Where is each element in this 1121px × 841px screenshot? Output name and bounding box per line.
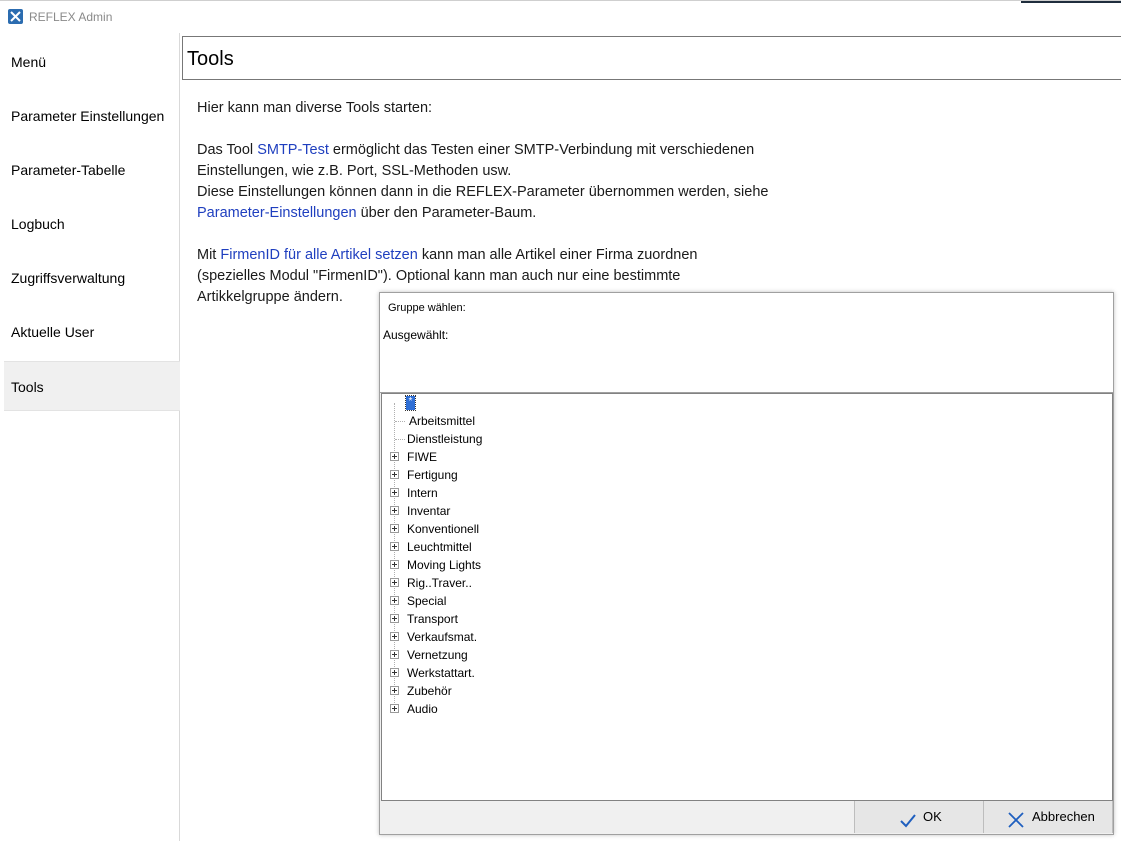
title-bar: REFLEX Admin xyxy=(0,0,1121,33)
firmenid-paragraph-line2: (spezielles Modul "FirmenID"). Optional … xyxy=(197,268,681,284)
tree-item[interactable]: Fertigung xyxy=(382,466,1112,484)
tree-item[interactable]: Intern xyxy=(382,484,1112,502)
firmenid-text-prefix: Mit xyxy=(197,247,221,263)
smtp-text-prefix: Das Tool xyxy=(197,142,258,158)
close-icon xyxy=(1007,809,1025,841)
cancel-button-label: Abbrechen xyxy=(1032,809,1095,824)
expand-icon[interactable] xyxy=(390,596,399,605)
tree-item[interactable]: Verkaufsmat. xyxy=(382,628,1112,646)
sidebar-item-parameter-tabelle[interactable]: Parameter-Tabelle xyxy=(4,145,180,195)
tree-item-label[interactable]: Dienstleistung xyxy=(407,430,482,448)
selected-label: Ausgewählt: xyxy=(383,328,449,342)
dialog-header: Gruppe wählen: Ausgewählt: xyxy=(380,293,1113,393)
expand-icon[interactable] xyxy=(390,506,399,515)
check-icon xyxy=(899,809,917,841)
tree-root[interactable]: * xyxy=(382,394,1112,412)
smtp-line4-rest: über den Parameter-Baum. xyxy=(356,205,537,221)
firmenid-paragraph-line1: Mit FirmenID für alle Artikel setzen kan… xyxy=(197,245,837,266)
page-title: Tools xyxy=(182,36,1121,80)
firmenid-text-rest: kann man alle Artikel einer Firma zuordn… xyxy=(417,247,698,263)
expand-icon[interactable] xyxy=(390,686,399,695)
tree-item[interactable]: FIWE xyxy=(382,448,1112,466)
sidebar-item-menu[interactable]: Menü xyxy=(4,37,180,87)
smtp-paragraph-line1: Das Tool SMTP-Test ermöglicht das Testen… xyxy=(197,140,837,161)
tree-item-label[interactable]: Special xyxy=(407,592,446,610)
sidebar: Menü Parameter Einstellungen Parameter-T… xyxy=(0,33,180,841)
tree-item-label[interactable]: Vernetzung xyxy=(407,646,468,664)
tree-item-label[interactable]: Audio xyxy=(407,700,438,718)
expand-icon[interactable] xyxy=(390,704,399,713)
expand-icon[interactable] xyxy=(390,668,399,677)
sidebar-item-aktuelle-user[interactable]: Aktuelle User xyxy=(4,307,180,357)
parameter-einstellungen-link[interactable]: Parameter-Einstellungen xyxy=(197,205,357,221)
tree-item-label[interactable]: Fertigung xyxy=(407,466,458,484)
tree-item-label[interactable]: Intern xyxy=(407,484,438,502)
tree-item-label[interactable]: Moving Lights xyxy=(407,556,481,574)
ok-button[interactable]: OK xyxy=(854,801,984,833)
tree-item[interactable]: Vernetzung xyxy=(382,646,1112,664)
dialog-button-bar: OK Abbrechen xyxy=(380,801,1113,834)
tree-item-label[interactable]: Zubehör xyxy=(407,682,452,700)
tree-item-label[interactable]: Konventionell xyxy=(407,520,479,538)
expand-icon[interactable] xyxy=(390,650,399,659)
expand-icon[interactable] xyxy=(390,524,399,533)
tree-item[interactable]: Audio xyxy=(382,700,1112,718)
sidebar-item-logbuch[interactable]: Logbuch xyxy=(4,199,180,249)
tree-item-label[interactable]: Rig..Traver.. xyxy=(407,574,472,592)
expand-icon[interactable] xyxy=(390,560,399,569)
expand-icon[interactable] xyxy=(390,614,399,623)
tools-icon xyxy=(8,9,23,24)
tree-item[interactable]: Zubehör xyxy=(382,682,1112,700)
tree-item-label[interactable]: FIWE xyxy=(407,448,437,466)
tree-item-label[interactable]: Leuchtmittel xyxy=(407,538,472,556)
tree-item-label[interactable]: Transport xyxy=(407,610,458,628)
intro-text: Hier kann man diverse Tools starten: xyxy=(197,100,433,116)
tree-item[interactable]: Arbeitsmittel xyxy=(382,412,1112,430)
tools-description: Hier kann man diverse Tools starten: Das… xyxy=(197,98,837,308)
tree-item[interactable]: Inventar xyxy=(382,502,1112,520)
tree-item[interactable]: Moving Lights xyxy=(382,556,1112,574)
expand-icon[interactable] xyxy=(390,470,399,479)
sidebar-item-zugriffsverwaltung[interactable]: Zugriffsverwaltung xyxy=(4,253,180,303)
smtp-paragraph-line4: Parameter-Einstellungen über den Paramet… xyxy=(197,203,837,224)
sidebar-item-parameter-einstellungen[interactable]: Parameter Einstellungen xyxy=(4,91,180,141)
title-bar-accent xyxy=(1021,1,1121,3)
expand-icon[interactable] xyxy=(390,452,399,461)
expand-icon[interactable] xyxy=(390,542,399,551)
tree-item[interactable]: Konventionell xyxy=(382,520,1112,538)
firmenid-link[interactable]: FirmenID für alle Artikel setzen xyxy=(220,247,417,263)
group-tree[interactable]: * Arbeitsmittel Dienstleistung FIWE Fert… xyxy=(381,393,1113,801)
tree-item[interactable]: Transport xyxy=(382,610,1112,628)
cancel-button[interactable]: Abbrechen xyxy=(983,801,1113,833)
expand-icon[interactable] xyxy=(390,488,399,497)
dialog-title: Gruppe wählen: xyxy=(388,302,466,314)
expand-icon[interactable] xyxy=(390,578,399,587)
smtp-paragraph-line3: Diese Einstellungen können dann in die R… xyxy=(197,184,769,200)
sidebar-item-tools[interactable]: Tools xyxy=(4,361,180,411)
group-select-dialog: Gruppe wählen: Ausgewählt: * Arbeitsmitt… xyxy=(379,292,1114,835)
expand-icon[interactable] xyxy=(390,632,399,641)
tree-item[interactable]: Werkstattart. xyxy=(382,664,1112,682)
tree-item[interactable]: Dienstleistung xyxy=(382,430,1112,448)
tree-root-node[interactable]: * xyxy=(405,395,416,411)
tree-item[interactable]: Leuchtmittel xyxy=(382,538,1112,556)
window-title: REFLEX Admin xyxy=(29,10,113,24)
tree-item-label[interactable]: Inventar xyxy=(407,502,450,520)
ok-button-label: OK xyxy=(923,809,942,824)
tree-item-label[interactable]: Werkstattart. xyxy=(407,664,475,682)
smtp-test-link[interactable]: SMTP-Test xyxy=(257,142,329,158)
tree-item[interactable]: Rig..Traver.. xyxy=(382,574,1112,592)
tree-item-label[interactable]: Arbeitsmittel xyxy=(409,412,475,430)
smtp-paragraph-line2: Einstellungen, wie z.B. Port, SSL-Method… xyxy=(197,163,512,179)
smtp-text-rest: ermöglicht das Testen einer SMTP-Verbind… xyxy=(328,142,755,158)
tree-item[interactable]: Special xyxy=(382,592,1112,610)
tree-item-label[interactable]: Verkaufsmat. xyxy=(407,628,477,646)
